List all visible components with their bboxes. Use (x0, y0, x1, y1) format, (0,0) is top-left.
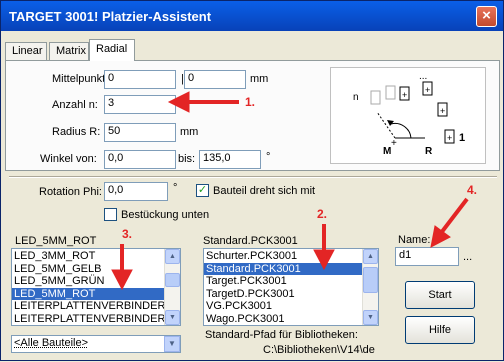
arrow-4-shaft (441, 199, 467, 233)
annotation-1: 1. (245, 95, 255, 109)
tab-radial[interactable]: Radial (89, 39, 135, 61)
arrow-2-head-icon (314, 250, 334, 269)
arrow-4-head-icon (431, 226, 450, 247)
annotation-overlay (1, 1, 504, 362)
annotation-2: 2. (317, 207, 327, 221)
arrow-3-head-icon (112, 270, 132, 289)
annotation-4: 4. (467, 183, 477, 197)
arrow-1-head-icon (169, 92, 189, 112)
annotation-3: 3. (122, 227, 132, 241)
placement-assistant-window: TARGET 3001! Platzier-Assistent × Linear… (0, 0, 504, 361)
